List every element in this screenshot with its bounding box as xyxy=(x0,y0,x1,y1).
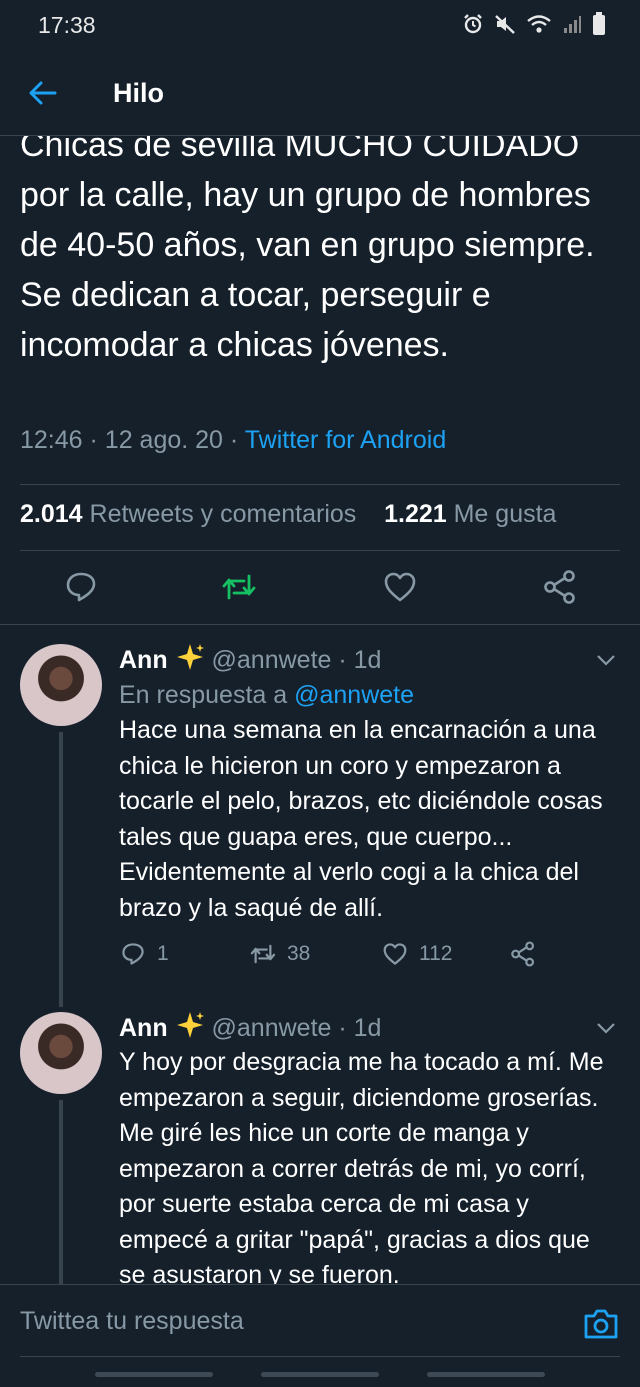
avatar[interactable] xyxy=(20,644,102,726)
header: Hilo xyxy=(0,50,640,136)
tweet-meta: 12:46 · 12 ago. 20 · Twitter for Android xyxy=(20,426,446,455)
reply-to-mention[interactable]: @annwete xyxy=(294,681,414,709)
reply-text: Y hoy por desgracia me ha tocado a mí. M… xyxy=(119,1048,604,1289)
tweet-time: 12:46 xyxy=(20,426,83,454)
system-nav-bar xyxy=(0,1357,640,1387)
like-button[interactable] xyxy=(381,568,419,606)
retweet-count: 38 xyxy=(287,942,311,965)
sparkles-icon xyxy=(176,1012,204,1038)
divider xyxy=(20,484,620,485)
battery-icon xyxy=(592,12,606,41)
reply-to-label: En respuesta a xyxy=(119,681,288,709)
retweet-icon[interactable] xyxy=(249,940,277,968)
reply-header: Ann @annwete · 1d xyxy=(119,642,619,677)
back-button[interactable] xyxy=(26,76,60,110)
compose-bar xyxy=(0,1284,640,1357)
avatar[interactable] xyxy=(20,1012,102,1094)
meta-separator: · xyxy=(229,426,245,454)
signal-icon xyxy=(562,13,582,40)
screen: 17:38 Hilo Chicas de sevilla MUCHO CUIDA… xyxy=(0,0,640,1387)
like-count: 112 xyxy=(419,942,453,965)
reply-input[interactable] xyxy=(20,1303,560,1339)
tweet-date: 12 ago. 20 xyxy=(104,426,223,454)
reply-header: Ann @annwete · 1d xyxy=(119,1010,619,1045)
status-time: 17:38 xyxy=(38,12,96,38)
tweet-text: Chicas de sevilla MUCHO CUIDADO por la c… xyxy=(20,126,595,364)
thread-line xyxy=(59,1100,63,1300)
retweets-stat[interactable]: 2.014 Retweets y comentarios xyxy=(20,500,356,528)
likes-label: Me gusta xyxy=(453,500,557,528)
reply-retweet-button[interactable]: 38 xyxy=(249,940,310,968)
tweet-source-link[interactable]: Twitter for Android xyxy=(245,426,446,454)
reply-age: 1d xyxy=(353,1014,382,1042)
reply-icon[interactable] xyxy=(119,940,147,968)
share-icon[interactable] xyxy=(509,940,537,968)
mute-icon xyxy=(494,13,516,40)
camera-button[interactable] xyxy=(582,1307,620,1341)
share-button[interactable] xyxy=(541,568,579,606)
tweet-stats: 2.014 Retweets y comentarios 1.221 Me gu… xyxy=(20,500,556,529)
status-icons xyxy=(462,12,606,41)
status-bar: 17:38 xyxy=(0,0,640,50)
retweet-button[interactable] xyxy=(220,568,258,606)
likes-stat[interactable]: 1.221 Me gusta xyxy=(384,500,556,528)
home-button[interactable] xyxy=(261,1372,379,1377)
tweet-actions xyxy=(20,562,620,612)
share-icon[interactable] xyxy=(541,568,579,606)
meta-separator: · xyxy=(89,426,105,454)
divider xyxy=(20,550,620,551)
reply-text: Hace una semana en la encarnación a una … xyxy=(119,716,603,922)
recent-apps-button[interactable] xyxy=(95,1372,213,1377)
retweets-count: 2.014 xyxy=(20,500,83,528)
author-handle[interactable]: @annwete xyxy=(212,1014,332,1042)
heart-icon[interactable] xyxy=(381,940,409,968)
reply-share-button[interactable] xyxy=(509,940,537,968)
divider xyxy=(0,624,640,625)
author-name[interactable]: Ann xyxy=(119,1014,168,1042)
reply-to-line: En respuesta a @annwete xyxy=(119,677,619,713)
wifi-icon xyxy=(526,13,552,40)
reply-button[interactable] xyxy=(62,568,100,606)
reply-reply-button[interactable]: 1 xyxy=(119,940,169,968)
reply-age: 1d xyxy=(353,646,382,674)
arrow-left-icon[interactable] xyxy=(26,76,60,110)
likes-count: 1.221 xyxy=(384,500,447,528)
sparkles-icon xyxy=(176,644,204,670)
system-back-button[interactable] xyxy=(427,1372,545,1377)
author-name[interactable]: Ann xyxy=(119,646,168,674)
reply-actions: 1 38 112 xyxy=(119,940,619,980)
reply-icon[interactable] xyxy=(62,568,100,606)
reply-body: Ann @annwete · 1d Y hoy por desgracia me… xyxy=(119,1010,619,1294)
retweets-label: Retweets y comentarios xyxy=(89,500,357,528)
meta-separator: · xyxy=(331,646,354,674)
meta-separator: · xyxy=(331,1014,354,1042)
reply-count: 1 xyxy=(157,942,169,965)
alarm-icon xyxy=(462,13,484,40)
reply-body: Ann @annwete · 1d En respuesta a @annwet… xyxy=(119,642,619,980)
retweet-icon[interactable] xyxy=(220,568,258,606)
heart-icon[interactable] xyxy=(381,568,419,606)
page-title: Hilo xyxy=(113,78,164,108)
reply-like-button[interactable]: 112 xyxy=(381,940,452,968)
thread-line xyxy=(59,732,63,1007)
camera-icon[interactable] xyxy=(582,1307,620,1341)
author-handle[interactable]: @annwete xyxy=(212,646,332,674)
